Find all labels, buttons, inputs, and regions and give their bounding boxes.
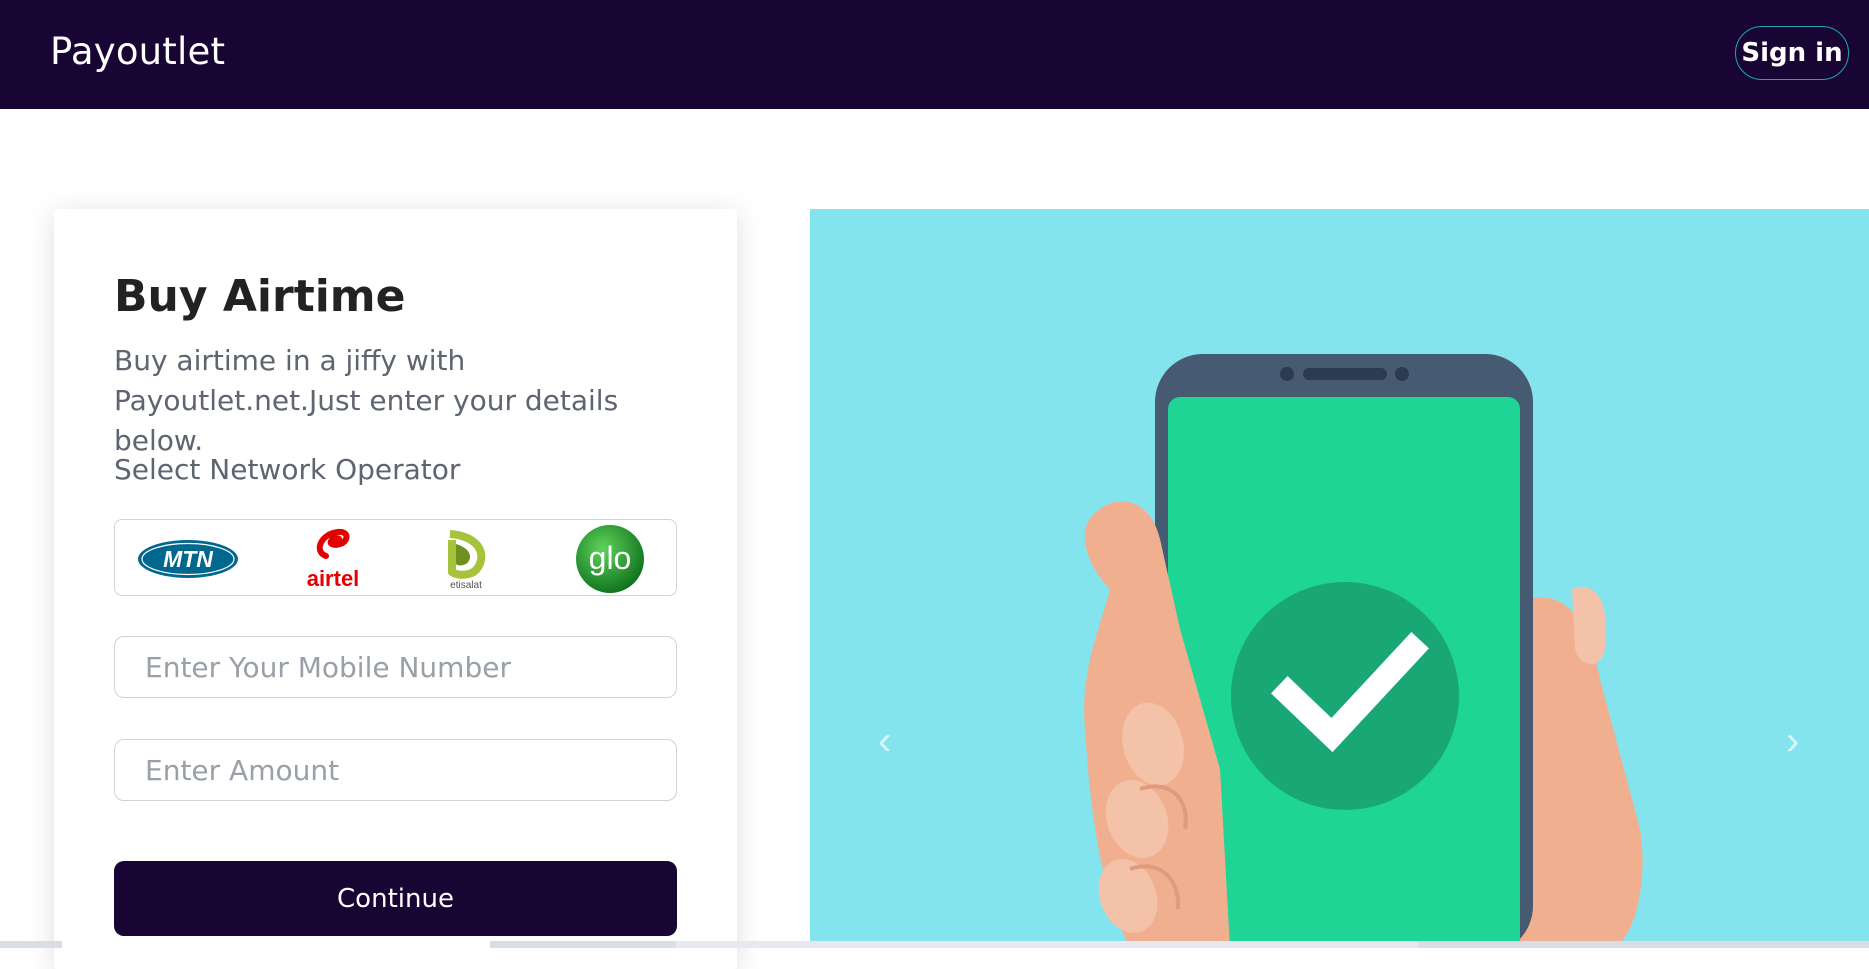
glo-logo-icon: glo: [576, 524, 644, 593]
promo-carousel: ‹ ›: [810, 209, 1869, 948]
scrollbar-thumb[interactable]: [62, 941, 490, 948]
carousel-next-arrow[interactable]: ›: [1786, 719, 1799, 764]
network-operator-selector: MTN airtel etisalat glo: [114, 519, 677, 596]
chevron-left-icon: ‹: [878, 719, 892, 763]
network-option-mtn[interactable]: MTN: [135, 520, 241, 597]
airtel-logo-icon: airtel: [307, 528, 360, 591]
continue-button[interactable]: Continue: [114, 861, 677, 936]
phone-checkmark-illustration: [1084, 354, 1643, 948]
card-description: Buy airtime in a jiffy with Payoutlet.ne…: [114, 344, 619, 457]
brand-logo[interactable]: Payoutlet: [50, 30, 225, 73]
page-title: Buy Airtime: [114, 271, 406, 322]
etisalat-logo-icon: etisalat: [448, 529, 486, 591]
buy-airtime-card: Buy Airtime Buy airtime in a jiffy with …: [54, 209, 737, 969]
mtn-logo-text: MTN: [163, 546, 213, 572]
etisalat-logo-text: etisalat: [450, 580, 482, 591]
glo-logo-text: glo: [589, 540, 632, 576]
mtn-logo-icon: MTN: [138, 539, 238, 578]
top-navbar: Payoutlet Sign in: [0, 0, 1869, 109]
network-option-etisalat[interactable]: etisalat: [431, 520, 501, 597]
network-operator-label: Select Network Operator: [114, 453, 461, 486]
carousel-prev-arrow[interactable]: ‹: [878, 719, 891, 764]
mobile-number-input[interactable]: [114, 636, 677, 698]
horizontal-scrollbar[interactable]: [0, 941, 1869, 948]
sign-in-button[interactable]: Sign in: [1735, 26, 1849, 80]
network-option-airtel[interactable]: airtel: [293, 520, 373, 597]
network-option-glo[interactable]: glo: [570, 520, 650, 597]
airtel-logo-text: airtel: [307, 566, 360, 591]
chevron-right-icon: ›: [1786, 719, 1800, 763]
scrollbar-segment: [676, 941, 1418, 948]
amount-input[interactable]: [114, 739, 677, 801]
